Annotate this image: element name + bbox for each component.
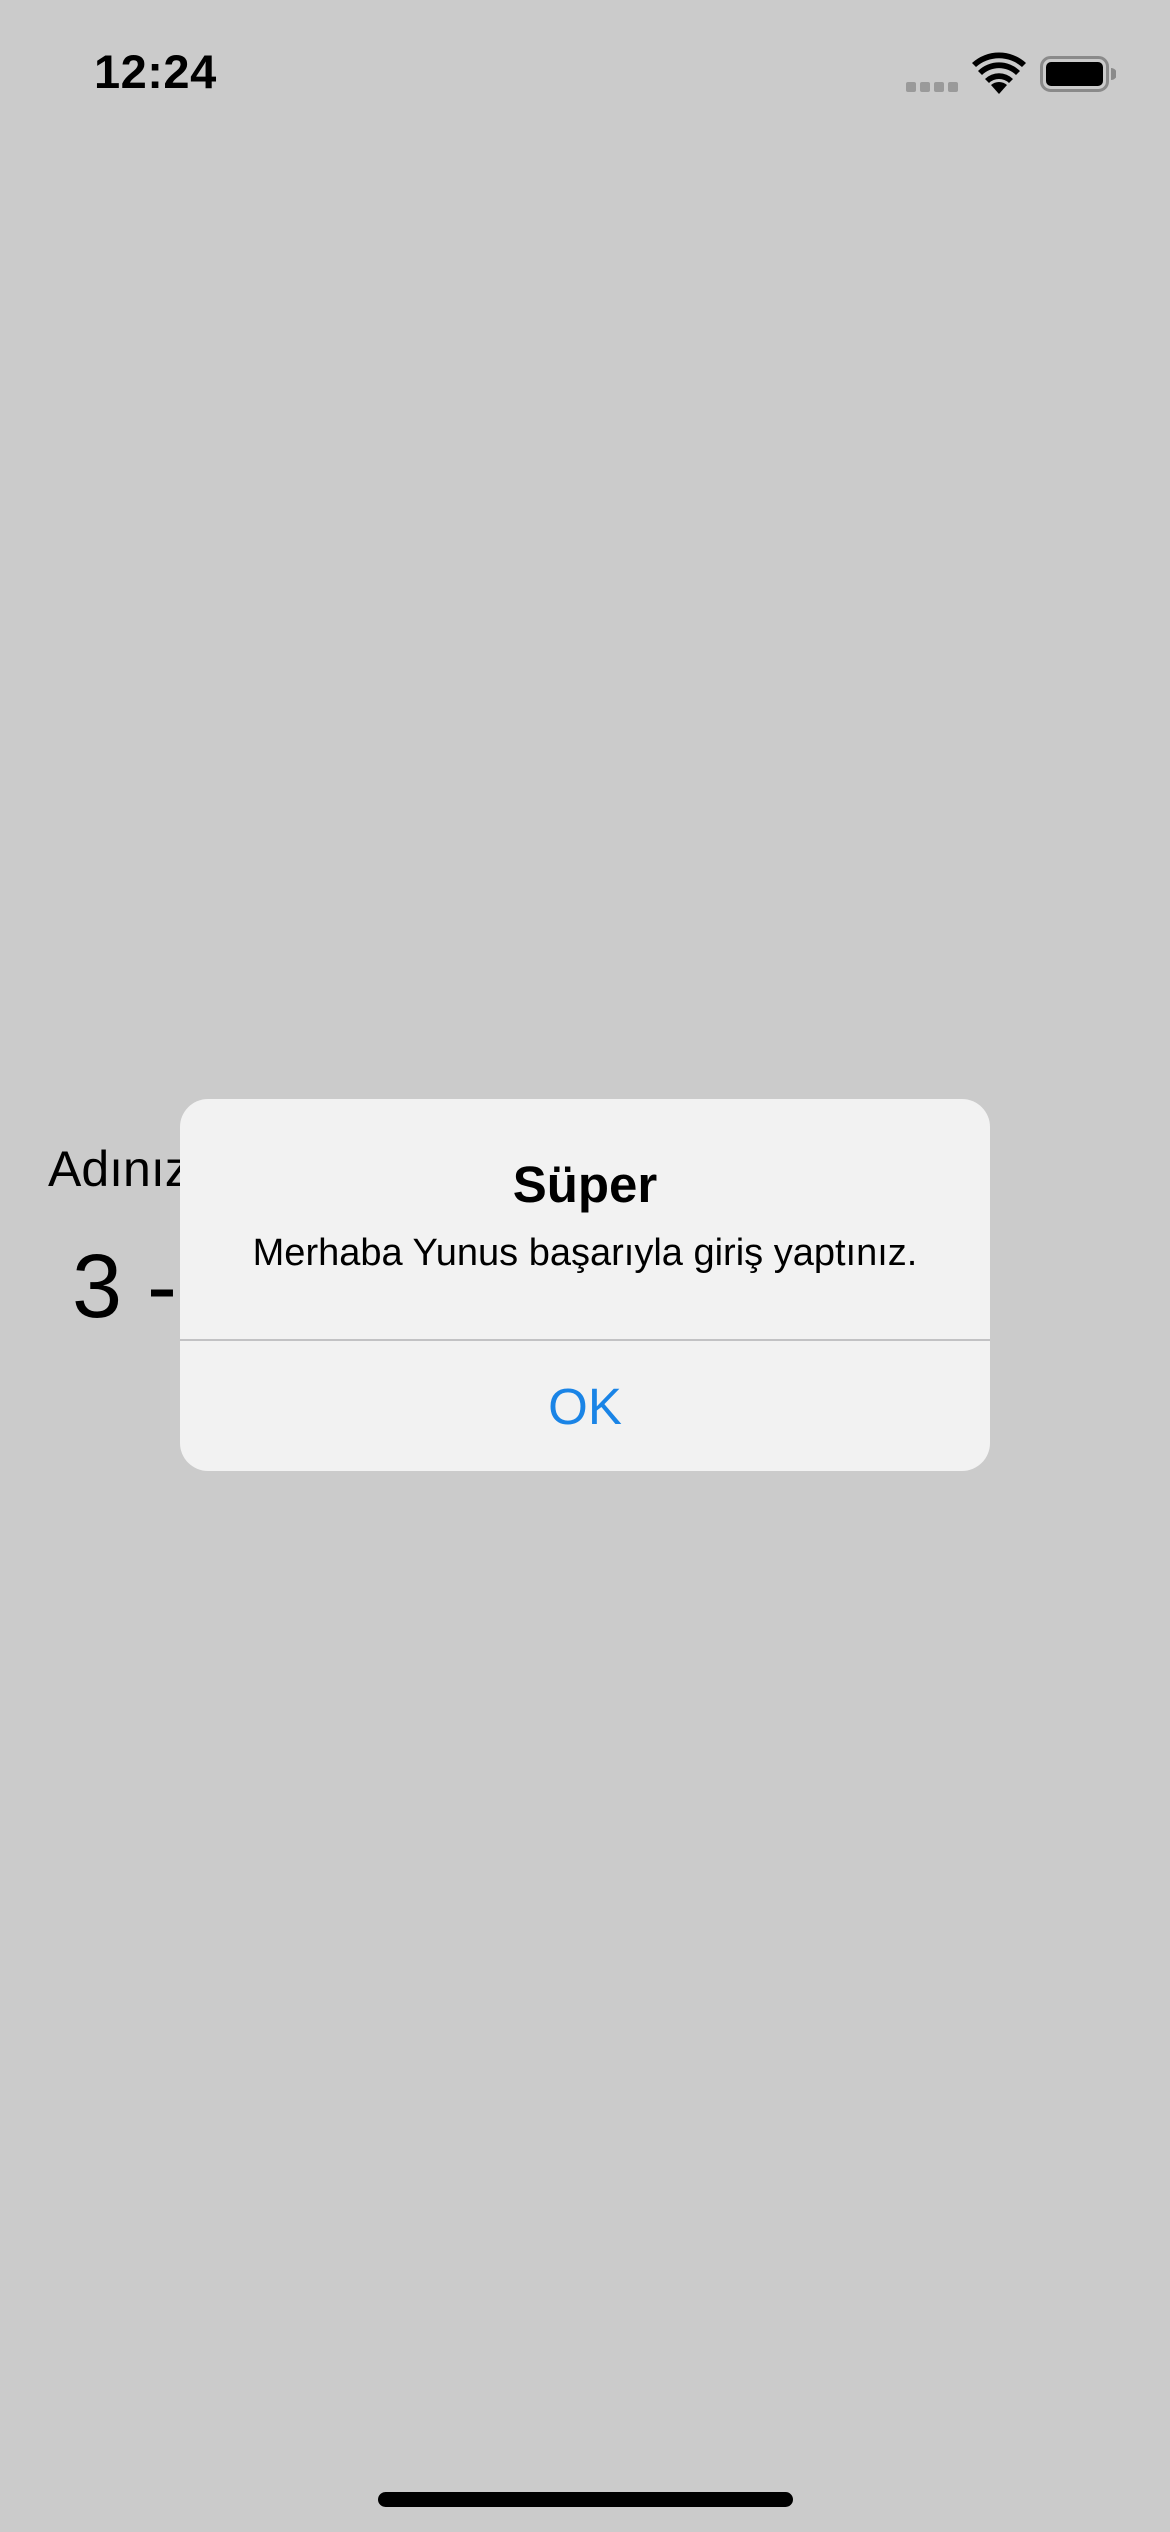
alert-dialog: Süper Merhaba Yunus başarıyla giriş yapt… (180, 1099, 990, 1471)
cellular-signal-icon (906, 82, 960, 92)
alert-message: Merhaba Yunus başarıyla giriş yaptınız. (252, 1232, 918, 1274)
name-label: Adınız (48, 1141, 190, 1197)
status-bar: 12:24 (0, 0, 1170, 140)
wifi-icon (972, 52, 1026, 94)
ok-button[interactable]: OK (180, 1341, 990, 1471)
status-time: 12:24 (94, 45, 217, 98)
battery-icon (1040, 56, 1116, 92)
counter-text: 3 - (72, 1237, 178, 1337)
home-indicator[interactable] (378, 2492, 793, 2507)
alert-title: Süper (512, 1156, 658, 1213)
